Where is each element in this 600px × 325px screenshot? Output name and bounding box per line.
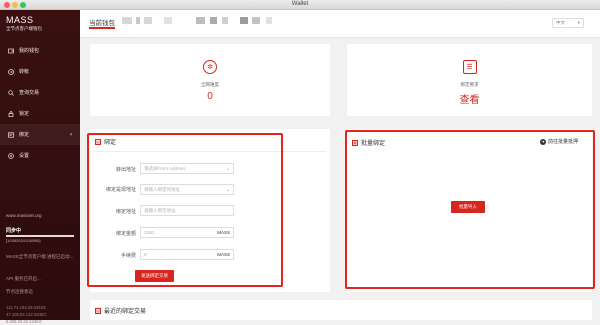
arrow-right-circle-icon: ➜ [540, 138, 546, 145]
sidebar-item-label: 我的钱包 [19, 48, 40, 54]
sidebar-item-my-wallet[interactable]: 我的钱包 [0, 40, 80, 61]
go-batch-staking-link[interactable]: ➜ 前往批量抵押 [540, 138, 578, 145]
window-titlebar: Wallet [0, 0, 600, 10]
batch-bind-card: ▦ 批量绑定 ➜ 前往批量抵押 批量导入 [347, 129, 592, 292]
bind-amount-placeholder: 1000 [144, 230, 155, 235]
window-title: Wallet [291, 1, 309, 7]
sidebar-item-label: 绑定 [19, 132, 30, 138]
wallet-address-redacted [196, 17, 205, 24]
transfer-icon [8, 68, 14, 75]
sync-status-label: 同步中 [6, 228, 22, 234]
sidebar-item-bind[interactable]: 绑定 › [0, 124, 80, 145]
sidebar-item-lock[interactable]: 锁定 [0, 103, 80, 124]
peer-address: 47.105.53.132:43453; [6, 312, 47, 317]
bind-amount-input[interactable]: 1000 MASS [140, 227, 234, 238]
sidebar-item-settings[interactable]: 设置 [0, 145, 80, 166]
bind-address-label: 绑定地址 [115, 209, 136, 215]
gear-icon: ✲ [203, 60, 217, 74]
batch-bind-title-text: 批量绑定 [361, 141, 386, 147]
fee-input[interactable]: 0 MASS [140, 249, 234, 260]
batch-import-button[interactable]: 批量导入 [451, 201, 485, 213]
bind-form-card: ▤ 绑定 转出地址 请选择From Address ⌄ 绑定是现地址 请输入绑定… [90, 129, 330, 292]
fee-unit: MASS [217, 252, 230, 257]
sync-progress-fill [6, 235, 74, 237]
chevron-right-icon: › [70, 131, 72, 138]
network-difficulty-card: ✲ 全网难度 0 [90, 44, 330, 116]
bind-requirement-card: ☰ 绑定要求 查看 [347, 44, 592, 116]
sidebar-item-label: 设置 [19, 153, 30, 159]
peer-address: 8.208.20.82:43453; [6, 319, 43, 324]
node-status-message: MASS全节点客户端 进程已启动... [6, 254, 74, 259]
brand-subtitle: 全节点客户端钱包 [6, 26, 42, 31]
wallet-address-redacted [266, 17, 272, 24]
stat-label: 绑定要求 [460, 82, 479, 87]
wallet-address-redacted [240, 17, 248, 24]
chevron-down-icon: ▾ [577, 20, 580, 25]
bind-amount-unit: MASS [217, 230, 230, 235]
current-wallet-label: 当前钱包 [89, 20, 115, 27]
recent-bind-tx-card: ▤ 最近的绑定交易 [90, 300, 592, 320]
fee-label: 手续费 [120, 253, 136, 259]
miner-address-select[interactable]: 请输入绑定的地址 ⌄ [140, 184, 234, 195]
view-requirement-link[interactable]: 查看 [347, 91, 592, 106]
wallet-icon [8, 48, 14, 54]
bind-amount-label: 绑定金额 [115, 231, 136, 237]
wallet-address-redacted [164, 17, 172, 24]
connection-status-label: 节点连接状态 [6, 289, 33, 294]
settings-icon [8, 152, 14, 159]
miner-address-label: 绑定是现地址 [105, 187, 136, 193]
list-icon: ▤ [95, 307, 101, 314]
bind-address-input[interactable]: 请输入绑定地址 [140, 205, 234, 216]
sidebar-item-transfer[interactable]: 转帐 [0, 61, 80, 82]
bind-form-title-text: 绑定 [104, 140, 117, 146]
language-value: 中文 [556, 20, 565, 25]
sidebar-item-label: 锁定 [19, 111, 30, 117]
bind-address-placeholder: 请输入绑定地址 [144, 207, 176, 213]
sync-block-count: [1038293/1038955] [6, 238, 41, 243]
miner-address-placeholder: 请输入绑定的地址 [144, 186, 180, 192]
sidebar-nav: 我的钱包 转帐 查询交易 锁定 绑定 › 设置 [0, 40, 80, 166]
recent-bind-tx-title: ▤ 最近的绑定交易 [95, 306, 146, 315]
from-address-select[interactable]: 请选择From Address ⌄ [140, 163, 234, 174]
recent-bind-tx-title-text: 最近的绑定交易 [104, 309, 147, 315]
wallet-address-redacted [252, 17, 260, 24]
chevron-down-icon: ⌄ [225, 186, 230, 193]
website-link[interactable]: www.massnet.org [6, 213, 42, 218]
batch-bind-title: ▦ 批量绑定 [352, 138, 385, 147]
top-header: 当前钱包 中文 ▾ [80, 10, 600, 38]
wallet-address-redacted [222, 17, 228, 24]
current-wallet-underline [89, 27, 115, 29]
go-batch-staking-label: 前往批量抵押 [548, 139, 579, 145]
wallet-address-redacted [144, 17, 152, 24]
sidebar-item-label: 转帐 [19, 69, 30, 75]
send-bind-tx-button[interactable]: 发送绑定交易 [135, 270, 174, 282]
brand-name: MASS [6, 15, 34, 25]
from-address-label: 转出地址 [115, 167, 136, 173]
brand: MASS 全节点客户端钱包 [6, 15, 42, 32]
api-status-message: API 服务已开启... [6, 276, 41, 281]
chevron-down-icon: ⌄ [225, 165, 230, 172]
stat-value: 0 [207, 91, 213, 102]
sidebar: MASS 全节点客户端钱包 我的钱包 转帐 查询交易 锁定 绑定 › 设置 ww… [0, 10, 80, 324]
language-select[interactable]: 中文 ▾ [552, 18, 584, 28]
wallet-address-redacted [122, 17, 132, 24]
sidebar-item-label: 查询交易 [19, 90, 40, 96]
wallet-address-redacted [136, 17, 140, 24]
divider [94, 151, 326, 152]
search-icon [8, 89, 14, 96]
bind-icon [8, 131, 14, 138]
grid-icon: ▦ [352, 139, 358, 146]
peer-list: 112.74.183.29:43453; 47.105.53.132:43453… [6, 304, 47, 325]
sync-progress-bar [6, 235, 74, 237]
lock-icon [8, 110, 14, 117]
fee-placeholder: 0 [144, 252, 147, 257]
document-icon: ☰ [462, 60, 477, 74]
sidebar-item-query-tx[interactable]: 查询交易 [0, 82, 80, 103]
bind-form-title: ▤ 绑定 [95, 137, 116, 146]
bind-icon: ▤ [95, 138, 101, 145]
wallet-address-redacted [210, 17, 217, 24]
peer-address: 112.74.183.29:43453; [6, 305, 47, 310]
from-address-placeholder: 请选择From Address [144, 165, 186, 171]
stat-label: 全网难度 [201, 82, 219, 87]
